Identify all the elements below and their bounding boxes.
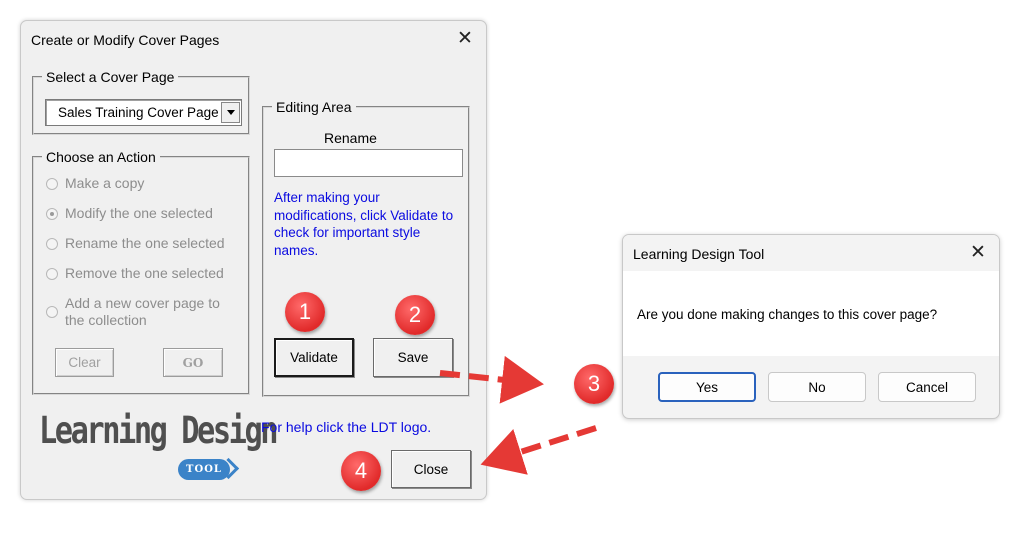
yes-button[interactable]: Yes: [658, 372, 756, 402]
confirm-dialog-title: Learning Design Tool: [633, 246, 765, 262]
close-icon[interactable]: ✕: [457, 29, 473, 49]
close-icon[interactable]: ✕: [970, 241, 986, 264]
chevron-down-icon: [226, 110, 235, 115]
step-3-badge: 3: [574, 364, 614, 404]
validate-button[interactable]: Validate: [274, 338, 354, 377]
radio-icon: [46, 268, 58, 280]
rename-label: Rename: [324, 130, 377, 146]
radio-label: Modify the one selected: [65, 205, 213, 221]
radio-label: Add a new cover page to the collection: [65, 295, 220, 328]
arrow-dialog-to-close: [480, 425, 597, 475]
cover-page-dropdown[interactable]: Sales Training Cover Page: [45, 99, 242, 126]
cover-page-selected-value: Sales Training Cover Page: [58, 105, 219, 120]
radio-selected-icon: [46, 208, 58, 220]
radio-add-new-cover-page[interactable]: Add a new cover page to the collection: [46, 295, 226, 329]
clear-button[interactable]: Clear: [55, 348, 114, 377]
radio-icon: [46, 238, 58, 250]
confirm-dialog: Learning Design Tool ✕ Are you done maki…: [622, 234, 1000, 419]
radio-icon: [46, 306, 58, 318]
cancel-button[interactable]: Cancel: [878, 372, 976, 402]
close-button[interactable]: Close: [391, 450, 471, 488]
radio-label: Remove the one selected: [65, 265, 224, 281]
editing-instructions: After making your modifications, click V…: [274, 190, 454, 258]
radio-label: Rename the one selected: [65, 235, 225, 251]
step-4-badge: 4: [341, 451, 381, 491]
radio-make-copy[interactable]: Make a copy: [46, 175, 144, 191]
ldt-logo-tag[interactable]: TOOL: [178, 459, 230, 480]
radio-modify-selected[interactable]: Modify the one selected: [46, 205, 213, 221]
choose-action-legend: Choose an Action: [46, 149, 156, 165]
radio-rename-selected[interactable]: Rename the one selected: [46, 235, 225, 251]
no-button[interactable]: No: [768, 372, 866, 402]
radio-icon: [46, 178, 58, 190]
step-2-badge: 2: [395, 295, 435, 335]
step-1-badge: 1: [285, 292, 325, 332]
select-cover-page-legend: Select a Cover Page: [46, 69, 175, 85]
confirm-message: Are you done making changes to this cove…: [637, 307, 938, 322]
go-button[interactable]: GO: [163, 348, 223, 377]
radio-remove-selected[interactable]: Remove the one selected: [46, 265, 224, 281]
cover-pages-dialog: Create or Modify Cover Pages ✕ Select a …: [20, 20, 487, 500]
rename-input[interactable]: [274, 149, 463, 177]
save-button[interactable]: Save: [373, 338, 453, 377]
dialog-title: Create or Modify Cover Pages: [31, 32, 220, 48]
dropdown-button[interactable]: [221, 102, 240, 123]
ldt-logo[interactable]: Learning Design: [39, 409, 279, 452]
help-text: For help click the LDT logo.: [261, 419, 432, 435]
editing-area-legend: Editing Area: [276, 99, 352, 115]
radio-label: Make a copy: [65, 175, 145, 191]
